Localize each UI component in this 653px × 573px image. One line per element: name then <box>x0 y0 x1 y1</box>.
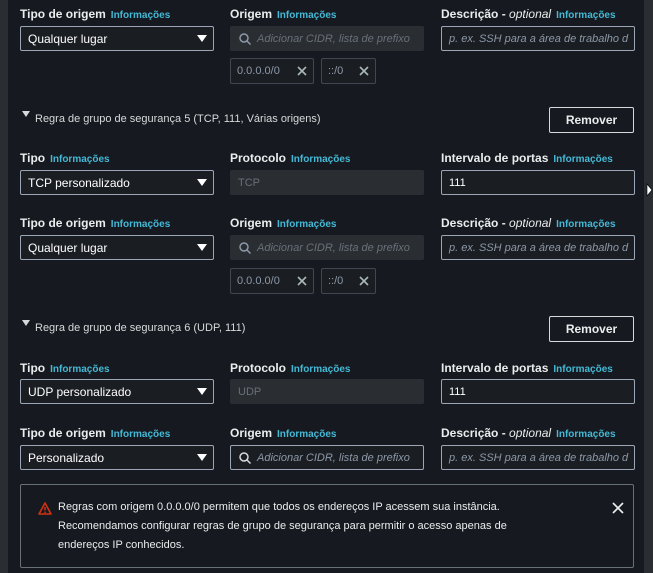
caret-down-icon <box>197 179 207 186</box>
warning-icon <box>38 502 52 515</box>
description-label: Descrição - optional Informações <box>441 426 616 440</box>
cidr-token: ::/0 <box>321 58 376 84</box>
description-label: Descrição - optional Informações <box>441 7 616 21</box>
protocol-label: Protocolo Informações <box>230 361 351 375</box>
remove-button[interactable]: Remover <box>549 316 634 342</box>
info-link[interactable]: Informações <box>50 154 109 165</box>
search-icon <box>239 33 252 46</box>
source-type-select[interactable]: Qualquer lugar <box>20 26 214 51</box>
close-icon[interactable] <box>296 275 308 287</box>
source-label: Origem Informações <box>230 216 337 230</box>
alert-message: Regras com origem 0.0.0.0/0 permitem que… <box>58 501 507 551</box>
protocol-label: Protocolo Informações <box>230 151 351 165</box>
source-type-select[interactable]: Qualquer lugar <box>20 235 214 260</box>
type-label: Tipo Informações <box>20 361 110 375</box>
source-label: Origem Informações <box>230 7 337 21</box>
source-type-select[interactable]: Personalizado <box>20 445 214 470</box>
description-label: Descrição - optional Informações <box>441 216 616 230</box>
info-link[interactable]: Informações <box>50 364 109 375</box>
port-range-input[interactable]: 111 <box>441 170 635 195</box>
caret-down-icon <box>197 35 207 42</box>
info-link[interactable]: Informações <box>553 364 612 375</box>
description-input[interactable]: p. ex. SSH para a área de trabalho d <box>441 26 635 51</box>
type-label: Tipo Informações <box>20 151 110 165</box>
port-range-label: Intervalo de portas Informações <box>441 151 613 165</box>
rule-title: Regra de grupo de segurança 6 (UDP, 111) <box>35 322 246 334</box>
close-icon[interactable] <box>612 502 624 514</box>
type-select[interactable]: TCP personalizado <box>20 170 214 195</box>
info-link[interactable]: Informações <box>111 219 170 230</box>
remove-button[interactable]: Remover <box>549 107 634 133</box>
caret-down-icon <box>197 388 207 395</box>
source-type-label: Tipo de origem Informações <box>20 7 171 21</box>
info-link[interactable]: Informações <box>291 154 350 165</box>
mouse-cursor-icon <box>646 183 653 197</box>
close-icon[interactable] <box>358 65 370 77</box>
info-link[interactable]: Informações <box>111 10 170 21</box>
caret-down-icon <box>197 454 207 461</box>
collapse-caret-icon[interactable] <box>22 111 30 117</box>
rule-title: Regra de grupo de segurança 5 (TCP, 111,… <box>35 113 321 125</box>
cidr-token: 0.0.0.0/0 <box>230 268 314 294</box>
info-link[interactable]: Informações <box>277 10 336 21</box>
close-icon[interactable] <box>358 275 370 287</box>
type-select[interactable]: UDP personalizado <box>20 379 214 404</box>
description-input[interactable]: p. ex. SSH para a área de trabalho d <box>441 235 635 260</box>
protocol-field: UDP <box>230 379 424 404</box>
cidr-token: 0.0.0.0/0 <box>230 58 314 84</box>
info-link[interactable]: Informações <box>111 429 170 440</box>
info-link[interactable]: Informações <box>553 154 612 165</box>
port-range-input[interactable]: 111 <box>441 379 635 404</box>
warning-alert: Regras com origem 0.0.0.0/0 permitem que… <box>20 484 634 568</box>
security-group-rules-panel: Tipo de origem Informações Origem Informaç… <box>8 0 644 573</box>
source-label: Origem Informações <box>230 426 337 440</box>
info-link[interactable]: Informações <box>556 219 615 230</box>
source-search-input[interactable]: Adicionar CIDR, lista de prefixo <box>230 235 424 260</box>
info-link[interactable]: Informações <box>277 429 336 440</box>
description-input[interactable]: p. ex. SSH para a área de trabalho d <box>441 445 635 470</box>
info-link[interactable]: Informações <box>277 219 336 230</box>
collapse-caret-icon[interactable] <box>22 320 30 326</box>
info-link[interactable]: Informações <box>556 429 615 440</box>
info-link[interactable]: Informações <box>556 10 615 21</box>
source-type-label: Tipo de origem Informações <box>20 216 171 230</box>
source-search-input[interactable]: Adicionar CIDR, lista de prefixo <box>230 445 424 470</box>
search-icon <box>239 242 252 255</box>
source-search-input[interactable]: Adicionar CIDR, lista de prefixo <box>230 26 424 51</box>
info-link[interactable]: Informações <box>291 364 350 375</box>
cidr-token: ::/0 <box>321 268 376 294</box>
source-type-label: Tipo de origem Informações <box>20 426 171 440</box>
search-icon <box>239 452 252 465</box>
close-icon[interactable] <box>296 65 308 77</box>
caret-down-icon <box>197 244 207 251</box>
protocol-field: TCP <box>230 170 424 195</box>
port-range-label: Intervalo de portas Informações <box>441 361 613 375</box>
